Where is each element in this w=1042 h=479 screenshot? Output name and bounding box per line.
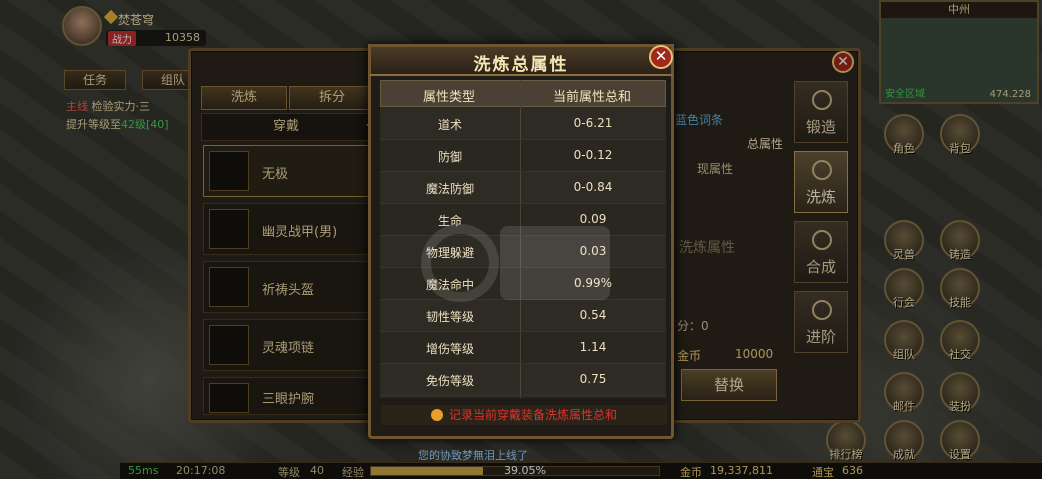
modal-note: 记录当前穿戴装备洗炼属性总和: [381, 405, 667, 425]
attr-name: 物理躲避: [425, 246, 474, 260]
attr-value: 0-0.12: [573, 148, 613, 162]
attr-name: 道术: [437, 118, 462, 132]
attr-name: 防御: [437, 150, 462, 164]
table-row: 道术 0-6.21: [380, 108, 666, 140]
modal-title: 洗炼总属性: [473, 55, 569, 75]
attr-value: 0-0.84: [573, 180, 613, 194]
refine-total-modal: 洗炼总属性 ✕ 属性类型 当前属性总和 道术 0-6.21 防御 0-0.12 魔法防御…: [368, 44, 674, 439]
table-row: 免伤等级 0.75: [380, 364, 666, 396]
table-row: 防御 0-0.12: [380, 140, 666, 172]
header-attr-sum: 当前属性总和: [553, 90, 632, 105]
attr-value: 0.03: [579, 244, 607, 258]
attr-value: 0.75: [579, 372, 607, 386]
attr-value: 0-6.21: [573, 116, 613, 130]
modal-close-button[interactable]: ✕: [649, 45, 673, 69]
table-row: 韧性等级 0.54: [380, 300, 666, 332]
attr-value: 0.54: [579, 308, 607, 322]
attr-name: 增伤等级: [425, 342, 474, 356]
attr-name: 魔法命中: [425, 278, 474, 292]
attr-value: 0.99%: [573, 276, 613, 290]
attr-name: 韧性等级: [425, 310, 474, 324]
table-header: 属性类型 当前属性总和: [380, 80, 666, 107]
attr-table: 属性类型 当前属性总和 道术 0-6.21 防御 0-0.12 魔法防御 0-0.84 生命…: [380, 80, 666, 398]
attr-name: 免伤等级: [425, 374, 474, 388]
attr-value: 1.14: [579, 340, 607, 354]
attr-value: 0.09: [579, 212, 607, 226]
modal-header: 洗炼总属性 ✕: [368, 44, 674, 76]
table-row: 魔法命中 0.99%: [380, 268, 666, 300]
table-row: 增伤等级 1.14: [380, 332, 666, 364]
header-attr-type: 属性类型: [423, 90, 476, 105]
table-row: 生命 0.09: [380, 204, 666, 236]
modal-note-text: 记录当前穿戴装备洗炼属性总和: [448, 408, 617, 422]
table-row: 魔法防御 0-0.84: [380, 172, 666, 204]
warning-icon: [430, 409, 443, 421]
attr-name: 魔法防御: [425, 182, 474, 196]
attr-name: 生命: [437, 214, 462, 228]
table-row: 物理躲避 0.03: [380, 236, 666, 268]
